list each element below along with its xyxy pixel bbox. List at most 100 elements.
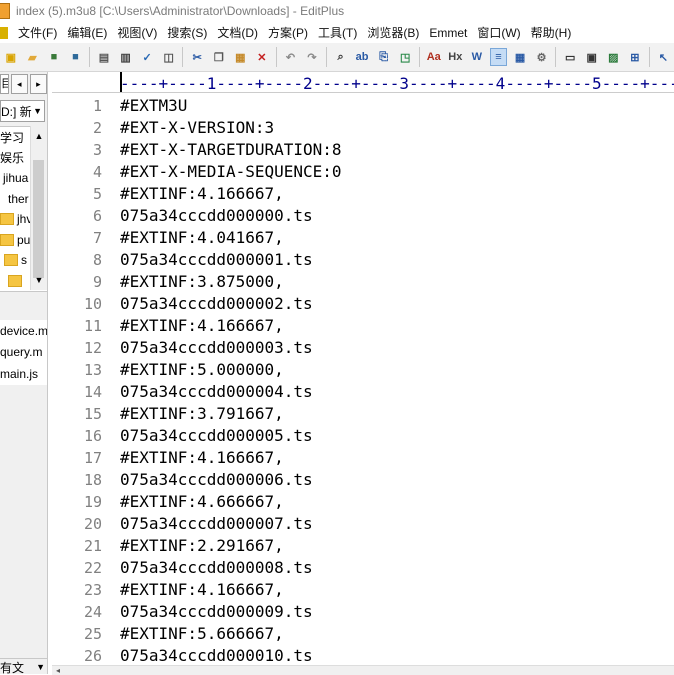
abc-ruler-icon[interactable]: ▦	[511, 48, 529, 66]
new-file-icon[interactable]: ▣	[2, 48, 20, 66]
editor-line[interactable]: 9 #EXTINF:3.875000,	[52, 271, 674, 293]
line-text[interactable]: 075a34cccdd000008.ts	[120, 557, 313, 579]
drive-select[interactable]: D:] 新 ▼	[0, 100, 45, 122]
menu-file[interactable]: 文件(F)	[12, 24, 61, 41]
file-item[interactable]: device.m	[0, 320, 47, 342]
settings-gear-icon[interactable]: ⚙	[533, 48, 551, 66]
chevron-down-icon[interactable]: ▼	[33, 106, 44, 116]
line-text[interactable]: #EXT-X-TARGETDURATION:8	[120, 139, 342, 161]
editor-line[interactable]: 5 #EXTINF:4.166667,	[52, 183, 674, 205]
line-text[interactable]: #EXTINF:4.166667,	[120, 447, 284, 469]
editor-line[interactable]: 26 075a34cccdd000010.ts	[52, 645, 674, 665]
delete-icon[interactable]: ✕	[253, 48, 271, 66]
file-list[interactable]: device.m query.m main.js	[0, 320, 47, 385]
line-text[interactable]: 075a34cccdd000003.ts	[120, 337, 313, 359]
editor-line[interactable]: 4 #EXT-X-MEDIA-SEQUENCE:0	[52, 161, 674, 183]
text-editor[interactable]: 1 #EXTM3U 2 #EXT-X-VERSION:3 3 #EXT-X-TARGETD…	[52, 93, 674, 665]
line-text[interactable]: #EXTINF:5.666667,	[120, 623, 284, 645]
help-cursor-icon[interactable]: ↖	[655, 48, 673, 66]
editor-line[interactable]: 22 075a34cccdd000008.ts	[52, 557, 674, 579]
editor-line[interactable]: 2 #EXT-X-VERSION:3	[52, 117, 674, 139]
redo-icon[interactable]: ↷	[303, 48, 321, 66]
menu-edit[interactable]: 编辑(E)	[61, 24, 111, 41]
tab-scroll-right-icon[interactable]: ▸	[29, 74, 47, 94]
line-text[interactable]: #EXTINF:4.166667,	[120, 183, 284, 205]
line-number-icon[interactable]: ≡	[489, 48, 508, 66]
line-text[interactable]: 075a34cccdd000001.ts	[120, 249, 313, 271]
menu-document[interactable]: 文档(D)	[211, 24, 262, 41]
editor-line[interactable]: 14 075a34cccdd000004.ts	[52, 381, 674, 403]
editor-line[interactable]: 8 075a34cccdd000001.ts	[52, 249, 674, 271]
menu-view[interactable]: 视图(V)	[111, 24, 161, 41]
menu-browser[interactable]: 浏览器(B)	[361, 24, 423, 41]
line-text[interactable]: 075a34cccdd000006.ts	[120, 469, 313, 491]
save-all-icon[interactable]: ■	[67, 48, 85, 66]
save-icon[interactable]: ■	[45, 48, 63, 66]
scrollbar-thumb[interactable]	[33, 160, 44, 278]
line-text[interactable]: 075a34cccdd000009.ts	[120, 601, 313, 623]
file-item[interactable]: query.m	[0, 342, 47, 364]
menu-window[interactable]: 窗口(W)	[471, 24, 524, 41]
line-text[interactable]: 075a34cccdd000010.ts	[120, 645, 313, 665]
copy-icon[interactable]: ❐	[210, 48, 228, 66]
editor-line[interactable]: 15 #EXTINF:3.791667,	[52, 403, 674, 425]
menu-project[interactable]: 方案(P)	[262, 24, 312, 41]
line-text[interactable]: #EXT-X-VERSION:3	[120, 117, 274, 139]
editor-line[interactable]: 13 #EXTINF:5.000000,	[52, 359, 674, 381]
find-in-files-icon[interactable]: ⎘	[375, 48, 393, 66]
undo-icon[interactable]: ↶	[282, 48, 300, 66]
line-text[interactable]: 075a34cccdd000004.ts	[120, 381, 313, 403]
editor-line[interactable]: 7 #EXTINF:4.041667,	[52, 227, 674, 249]
tab-scroll-left-icon[interactable]: ◂	[10, 74, 28, 94]
menu-tools[interactable]: 工具(T)	[312, 24, 361, 41]
line-text[interactable]: #EXTINF:3.875000,	[120, 271, 284, 293]
editor-line[interactable]: 20 075a34cccdd000007.ts	[52, 513, 674, 535]
menu-help[interactable]: 帮助(H)	[525, 24, 576, 41]
find-icon[interactable]: ⌕	[332, 48, 350, 66]
open-folder-icon[interactable]: ▰	[24, 48, 42, 66]
line-text[interactable]: #EXTINF:4.166667,	[120, 315, 284, 337]
word-wrap-icon[interactable]: W	[468, 48, 486, 66]
editor-line[interactable]: 21 #EXTINF:2.291667,	[52, 535, 674, 557]
spell-check-icon[interactable]: ✓	[138, 48, 156, 66]
print-icon[interactable]: ▥	[117, 48, 135, 66]
editor-line[interactable]: 25 #EXTINF:5.666667,	[52, 623, 674, 645]
line-text[interactable]: #EXTINF:2.291667,	[120, 535, 284, 557]
line-text[interactable]: #EXTINF:3.791667,	[120, 403, 284, 425]
file-item[interactable]: main.js	[0, 363, 47, 385]
line-text[interactable]: #EXT-X-MEDIA-SEQUENCE:0	[120, 161, 342, 183]
cut-icon[interactable]: ✂	[188, 48, 206, 66]
line-text[interactable]: #EXTINF:4.666667,	[120, 491, 284, 513]
screen-3-icon[interactable]: ▨	[604, 48, 622, 66]
line-text[interactable]: #EXTINF:5.000000,	[120, 359, 284, 381]
editor-line[interactable]: 19 #EXTINF:4.666667,	[52, 491, 674, 513]
print-preview-icon[interactable]: ▤	[95, 48, 113, 66]
hex-icon[interactable]: Hx	[447, 48, 465, 66]
editor-line[interactable]: 10 075a34cccdd000002.ts	[52, 293, 674, 315]
chevron-up-icon[interactable]: ▲	[31, 128, 47, 144]
screen-1-icon[interactable]: ▭	[561, 48, 579, 66]
editor-line[interactable]: 12 075a34cccdd000003.ts	[52, 337, 674, 359]
editor-line[interactable]: 6 075a34cccdd000000.ts	[52, 205, 674, 227]
editor-line[interactable]: 24 075a34cccdd000009.ts	[52, 601, 674, 623]
editor-line[interactable]: 1 #EXTM3U	[52, 95, 674, 117]
editor-line[interactable]: 23 #EXTINF:4.166667,	[52, 579, 674, 601]
screen-4-icon[interactable]: ⊞	[626, 48, 644, 66]
chevron-down-icon[interactable]: ▼	[36, 662, 47, 672]
line-text[interactable]: #EXTINF:4.041667,	[120, 227, 284, 249]
editor-line[interactable]: 17 #EXTINF:4.166667,	[52, 447, 674, 469]
goto-icon[interactable]: ◳	[396, 48, 414, 66]
menu-emmet[interactable]: Emmet	[423, 26, 471, 40]
font-icon[interactable]: Aa	[425, 48, 443, 66]
editor-line[interactable]: 11 #EXTINF:4.166667,	[52, 315, 674, 337]
editor-line[interactable]: 3 #EXT-X-TARGETDURATION:8	[52, 139, 674, 161]
screen-2-icon[interactable]: ▣	[583, 48, 601, 66]
paste-icon[interactable]: ▦	[232, 48, 250, 66]
line-text[interactable]: #EXTINF:4.166667,	[120, 579, 284, 601]
line-text[interactable]: 075a34cccdd000002.ts	[120, 293, 313, 315]
document-menu-icon[interactable]	[0, 26, 8, 39]
menu-search[interactable]: 搜索(S)	[161, 24, 211, 41]
chevron-down-icon[interactable]: ▼	[31, 272, 47, 288]
line-text[interactable]: 075a34cccdd000007.ts	[120, 513, 313, 535]
line-text[interactable]: #EXTM3U	[120, 95, 187, 117]
